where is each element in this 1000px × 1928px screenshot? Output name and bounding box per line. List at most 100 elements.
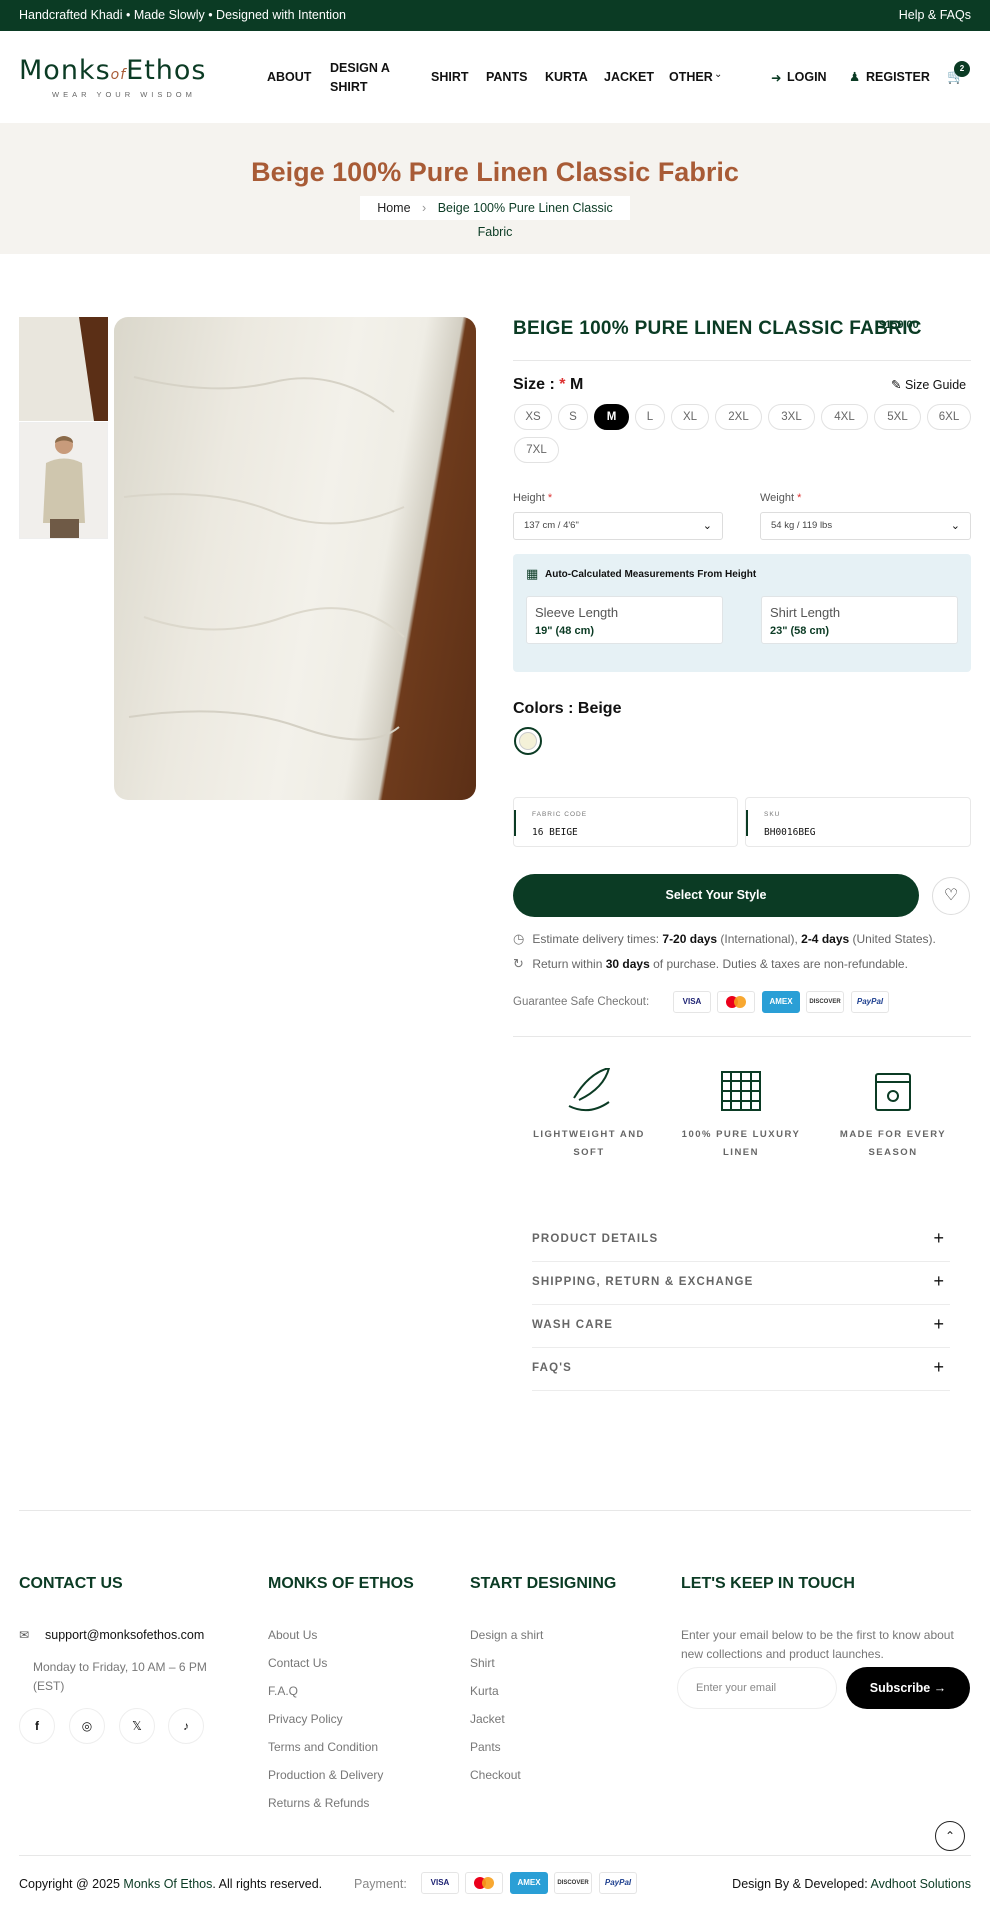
select-style-button[interactable]: Select Your Style — [513, 874, 919, 917]
nav-design-line2[interactable]: SHIRT — [330, 80, 368, 94]
contact-email[interactable]: support@monksofethos.com — [45, 1628, 204, 1642]
accordion-product-details[interactable]: PRODUCT DETAILS + — [532, 1219, 950, 1262]
copyright-post: . All rights reserved. — [212, 1877, 323, 1891]
accordion-faqs[interactable]: FAQ'S + — [532, 1348, 950, 1391]
facebook-icon[interactable]: f — [19, 1708, 55, 1744]
footer-link-contact[interactable]: Contact Us — [268, 1656, 327, 1670]
instagram-icon[interactable]: ◎ — [69, 1708, 105, 1744]
accordion-title: FAQ'S — [532, 1362, 573, 1374]
height-select[interactable]: 137 cm / 4'6" ⌄ — [513, 512, 723, 540]
accordion-wash-care[interactable]: WASH CARE + — [532, 1305, 950, 1348]
footer-link-faq[interactable]: F.A.Q — [268, 1684, 298, 1698]
height-value: 137 cm / 4'6" — [524, 520, 579, 531]
calculator-icon: ▦ — [526, 566, 539, 581]
required-star: * — [547, 492, 553, 504]
feature-3-line1: MADE FOR EVERY — [839, 1129, 947, 1140]
footer-discover-icon: DISCOVER — [554, 1872, 592, 1894]
accordion-title: WASH CARE — [532, 1319, 614, 1331]
login-icon: ➜ — [771, 71, 782, 85]
size-guide-link[interactable]: ✎ Size Guide — [891, 377, 966, 392]
footer-paypal-icon: PayPal — [599, 1872, 637, 1894]
size-xl[interactable]: XL — [671, 404, 709, 430]
feature-2-line2: LINEN — [723, 1147, 759, 1158]
footer-link-about[interactable]: About Us — [268, 1628, 317, 1642]
newsletter-email-input[interactable]: Enter your email — [677, 1667, 837, 1709]
size-3xl[interactable]: 3XL — [768, 404, 815, 430]
thumbnail-fabric[interactable] — [19, 317, 108, 421]
footer-link-production[interactable]: Production & Delivery — [268, 1768, 383, 1782]
footer-link-kurta[interactable]: Kurta — [470, 1684, 499, 1698]
chevron-down-icon: ⌄ — [714, 69, 723, 80]
breadcrumb: Home › Beige 100% Pure Linen Classic Fab… — [360, 196, 630, 239]
mastercard-icon — [717, 991, 755, 1013]
footer-amex-icon: AMEX — [510, 1872, 548, 1894]
help-faq-link[interactable]: Help & FAQs — [899, 8, 971, 22]
return-pre: Return within — [532, 957, 606, 971]
size-l[interactable]: L — [635, 404, 665, 430]
chevron-right-icon: › — [422, 201, 427, 215]
nav-login[interactable]: LOGIN — [787, 70, 827, 84]
weight-label: Weight * — [760, 492, 801, 504]
credit-link[interactable]: Avdhoot Solutions — [870, 1877, 971, 1891]
main-nav: ABOUT DESIGN A SHIRT SHIRT PANTS KURTA J… — [0, 31, 990, 123]
shirt-length-label: Shirt Length — [770, 605, 841, 620]
delivery-mid: (International), — [717, 932, 802, 946]
size-2xl[interactable]: 2XL — [715, 404, 762, 430]
arrow-right-icon: → — [933, 1681, 947, 1695]
footer-link-terms[interactable]: Terms and Condition — [268, 1740, 378, 1754]
sleeve-length-label: Sleeve Length — [535, 605, 619, 620]
wishlist-heart-icon[interactable]: ♡ — [932, 877, 970, 915]
size-xs[interactable]: XS — [514, 404, 552, 430]
footer-link-returns[interactable]: Returns & Refunds — [268, 1796, 369, 1810]
chevron-down-icon: ⌄ — [702, 520, 712, 532]
tiktok-icon[interactable]: ♪ — [168, 1708, 204, 1744]
height-label: Height * — [513, 492, 552, 504]
nav-pants[interactable]: PANTS — [486, 70, 527, 84]
feature-2-line1: 100% PURE LUXURY — [681, 1129, 801, 1140]
discover-icon: DISCOVER — [806, 991, 844, 1013]
size-6xl[interactable]: 6XL — [927, 404, 971, 430]
accordion-shipping[interactable]: SHIPPING, RETURN & EXCHANGE + — [532, 1262, 950, 1305]
nav-register[interactable]: REGISTER — [866, 70, 930, 84]
back-to-top-chevron-up-icon[interactable]: ⌃ — [935, 1821, 965, 1851]
size-7xl[interactable]: 7XL — [514, 437, 559, 463]
nav-jacket[interactable]: JACKET — [604, 70, 654, 84]
breadcrumb-home[interactable]: Home — [377, 201, 410, 215]
site-header: MonksofEthos WEAR YOUR WISDOM ABOUT DESI… — [0, 31, 990, 123]
footer-link-jacket[interactable]: Jacket — [470, 1712, 505, 1726]
nav-kurta[interactable]: KURTA — [545, 70, 588, 84]
nav-other[interactable]: OTHER — [669, 70, 713, 84]
return-post: of purchase. Duties & taxes are non-refu… — [649, 957, 908, 971]
nav-about[interactable]: ABOUT — [267, 70, 311, 84]
size-4xl[interactable]: 4XL — [821, 404, 868, 430]
accent-bar — [746, 810, 748, 836]
accordion-title: PRODUCT DETAILS — [532, 1233, 659, 1245]
delivery-post: (United States). — [849, 932, 936, 946]
feature-lightweight: LIGHTWEIGHT AND SOFT — [524, 1066, 654, 1158]
feature-pure-linen: 100% PURE LUXURY LINEN — [676, 1068, 806, 1158]
required-star: * — [797, 492, 802, 504]
nav-shirt[interactable]: SHIRT — [431, 70, 469, 84]
x-twitter-icon[interactable]: 𝕏 — [119, 1708, 155, 1744]
footer-link-checkout[interactable]: Checkout — [470, 1768, 521, 1782]
color-swatch-beige[interactable] — [514, 727, 542, 755]
sleeve-length-box: Sleeve Length 19" (48 cm) — [526, 596, 723, 644]
page-hero: Beige 100% Pure Linen Classic Fabric Hom… — [0, 123, 990, 254]
thumbnail-model[interactable] — [19, 422, 108, 539]
subscribe-button[interactable]: Subscribe → — [846, 1667, 970, 1709]
mail-icon: ✉ — [19, 1628, 30, 1642]
shirt-length-box: Shirt Length 23" (58 cm) — [761, 596, 958, 644]
footer-link-design-shirt[interactable]: Design a shirt — [470, 1628, 543, 1642]
accent-bar — [514, 810, 516, 836]
footer-link-pants[interactable]: Pants — [470, 1740, 501, 1754]
size-5xl[interactable]: 5XL — [874, 404, 921, 430]
fabric-code-label: FABRIC CODE — [532, 811, 588, 818]
weight-select[interactable]: 54 kg / 119 lbs ⌄ — [760, 512, 971, 540]
newsletter-text-1: Enter your email below to be the first t… — [681, 1628, 954, 1642]
footer-link-privacy[interactable]: Privacy Policy — [268, 1712, 343, 1726]
nav-design-line1[interactable]: DESIGN A — [330, 61, 390, 75]
size-m[interactable]: M — [594, 404, 629, 430]
copyright-brand-link[interactable]: Monks Of Ethos — [123, 1877, 212, 1891]
size-s[interactable]: S — [558, 404, 588, 430]
footer-link-shirt[interactable]: Shirt — [470, 1656, 495, 1670]
